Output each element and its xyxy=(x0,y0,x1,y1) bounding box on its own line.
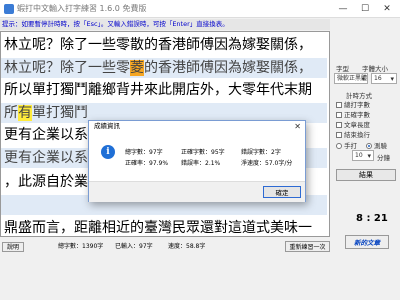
dialog-close-button[interactable]: ✕ xyxy=(294,121,301,132)
minimize-button[interactable]: — xyxy=(332,1,354,16)
maximize-button[interactable]: ☐ xyxy=(354,1,376,16)
target-line-4: ，此源自於業 xyxy=(4,174,88,190)
info-icon: i xyxy=(101,145,115,159)
radio-icon xyxy=(336,143,342,149)
result-dialog: 成績資訊 ✕ i 總字數：97字 正確字數：95字 錯誤字數：2字 正確率：97… xyxy=(88,120,306,202)
hint-text: 提示：如要暫停計時時，按「Esc」。又輸入錯誤時，可按「Enter」直接換表。 xyxy=(0,19,330,30)
title-bar: 蝦打中文輸入打字練習 1.6.0 免費版 — ☐ ✕ xyxy=(0,0,400,18)
total-count: 總字數：1390字 xyxy=(58,243,104,250)
cursor-char: 有 xyxy=(18,105,32,121)
window-title: 蝦打中文輸入打字練習 1.6.0 免費版 xyxy=(17,4,147,13)
net-speed-stat: 淨速度：57.0字/分 xyxy=(241,160,293,167)
font-label: 字型 xyxy=(336,65,349,73)
timer-display: 8 : 21 xyxy=(356,213,388,224)
radio-test[interactable]: 測驗 xyxy=(366,140,387,150)
correct-chars-stat: 正確字數：95字 xyxy=(181,149,225,156)
minutes-select[interactable]: 10 xyxy=(352,150,374,161)
speed-readout: 速度：58.8字 xyxy=(168,243,206,250)
entered-count: 已輸入：97字 xyxy=(115,243,153,250)
typed-text: 所 xyxy=(4,105,18,121)
target-line-3: 更有企業以系 xyxy=(4,127,88,143)
option-total-chars[interactable]: 總打字數 xyxy=(336,99,370,109)
dialog-footer: 確定 xyxy=(89,181,305,202)
font-size-label: 字體大小 xyxy=(362,65,388,73)
help-tab[interactable]: 說明 xyxy=(2,242,24,252)
checkbox-icon xyxy=(336,122,342,128)
status-bar: 說明 總字數：1390字 已輸入：97字 速度：58.8字 重新練習一次 xyxy=(0,241,400,253)
radio-selected-icon xyxy=(366,143,372,149)
restart-button[interactable]: 重新練習一次 xyxy=(285,241,330,252)
checkbox-icon xyxy=(336,102,342,108)
typed-line-1[interactable]: 林立呢？除了一些零菱的香港師傅因為嫁娶關係， xyxy=(1,58,327,78)
error-char: 菱 xyxy=(130,60,144,76)
font-size-select[interactable]: 16 xyxy=(371,73,397,84)
app-icon xyxy=(4,3,14,14)
radio-manual[interactable]: 手打 xyxy=(336,140,357,150)
option-correct-chars[interactable]: 正確字數 xyxy=(336,109,370,119)
dialog-title: 成績資訊 xyxy=(89,121,305,132)
typed-text: 單打獨鬥 xyxy=(32,105,88,121)
ok-button[interactable]: 確定 xyxy=(263,186,301,198)
option-article-length[interactable]: 文章長度 xyxy=(336,119,370,129)
close-button[interactable]: ✕ xyxy=(376,1,398,16)
window-controls: — ☐ ✕ xyxy=(332,1,398,16)
target-line-2: 所以單打獨鬥離鄉背井來此開店外，大零年代末期 xyxy=(4,82,312,98)
accuracy-stat: 正確率：97.9% xyxy=(125,160,169,167)
target-line-5: 鼎盛而言，距離相近的臺灣民眾還對這道式美味一 xyxy=(4,220,312,236)
typed-text: 林立呢？除了一些零 xyxy=(4,60,130,76)
target-line-1: 林立呢？除了一些零散的香港師傅因為嫁娶關係， xyxy=(4,37,312,53)
font-select[interactable]: 微軟正黑體 xyxy=(334,73,368,84)
result-button[interactable]: 結果 xyxy=(336,169,396,181)
minutes-label: 分鐘 xyxy=(377,154,390,162)
wrong-chars-stat: 錯誤字數：2字 xyxy=(241,149,281,156)
checkbox-icon xyxy=(336,112,342,118)
dialog-body: i 總字數：97字 正確字數：95字 錯誤字數：2字 正確率：97.9% 錯誤率… xyxy=(89,133,305,181)
option-line-wrap[interactable]: 結束換行 xyxy=(336,129,370,139)
total-chars-stat: 總字數：97字 xyxy=(125,149,163,156)
checkbox-icon xyxy=(336,132,342,138)
typed-text: 的香港師傅因為嫁娶關係， xyxy=(144,60,312,76)
error-rate-stat: 錯誤率：2.1% xyxy=(181,160,221,167)
